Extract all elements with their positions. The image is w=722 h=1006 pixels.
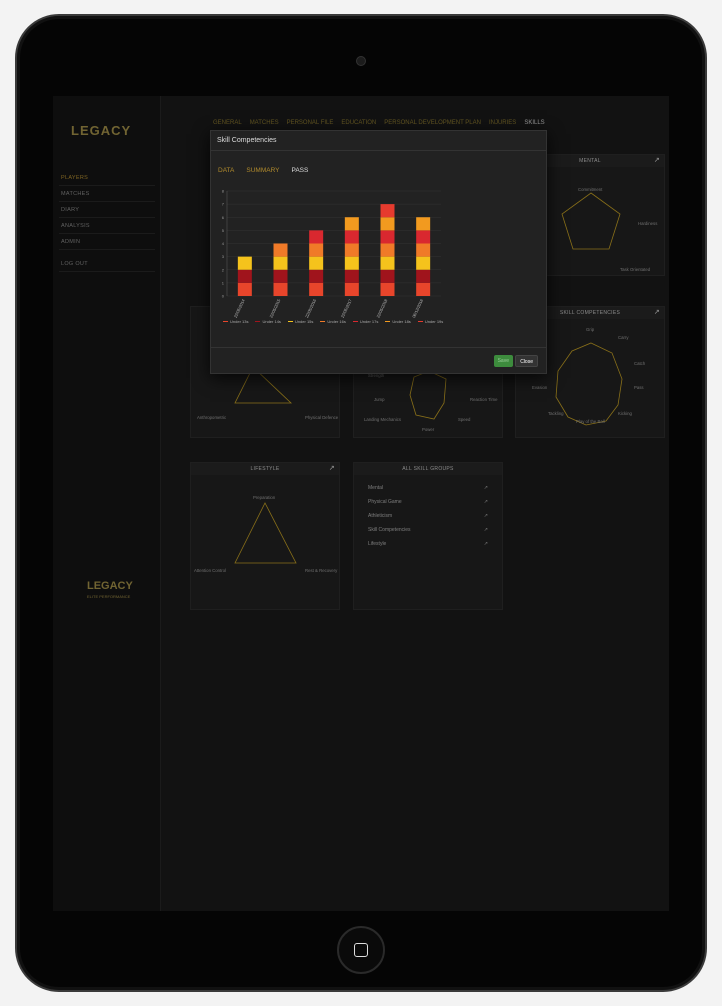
legend-item[interactable]: Under 16s <box>320 319 346 324</box>
bar-segment <box>416 230 431 244</box>
legend-label: Under 13s <box>230 319 249 324</box>
x-tick-label: 22/05/2018 <box>375 298 388 319</box>
bar-segment <box>416 243 431 257</box>
bar-segment <box>237 269 252 283</box>
x-tick-label: 22/05/2016 <box>304 298 317 319</box>
modal-tabs: DATA SUMMARY PASS <box>218 167 308 174</box>
bar-segment <box>273 269 288 283</box>
x-tick-label: 22/05/2017 <box>340 298 353 319</box>
tab-pass[interactable]: PASS <box>291 167 308 174</box>
tablet-frame: LEGACY PLAYERS MATCHES DIARY ANALYSIS AD… <box>15 14 707 992</box>
bar-segment <box>309 243 324 257</box>
stacked-bar-chart: 0 1 2 3 4 5 6 7 8 22/05/2014 22/05/2015 22/05/2016 2… <box>222 189 441 319</box>
legend-item[interactable]: Under 18s <box>385 319 411 324</box>
legend-label: Under 17s <box>359 319 379 324</box>
bar-segment <box>380 243 395 257</box>
y-tick-label: 0 <box>222 294 225 299</box>
bar-segment <box>416 256 431 270</box>
chart-legend: Under 13s Under 14s Under 15s Under 16s Unde… <box>223 319 443 324</box>
camera-dot <box>356 56 366 66</box>
bar-segment <box>309 282 324 296</box>
y-tick-label: 1 <box>222 280 225 285</box>
legend-item[interactable]: Under 19s <box>417 319 444 324</box>
tab-data[interactable]: DATA <box>218 167 234 174</box>
bar-segment <box>344 269 359 283</box>
close-button[interactable]: Close <box>515 355 538 367</box>
bar-segment <box>380 204 395 218</box>
save-button[interactable]: Save <box>493 355 513 367</box>
bar-segment <box>344 217 359 231</box>
skill-competencies-modal: Skill Competencies DATA SUMMARY PASS 0 1 2… <box>210 130 547 374</box>
home-button[interactable] <box>337 926 385 974</box>
home-icon <box>354 943 368 957</box>
legend-item[interactable]: Under 13s <box>223 319 248 324</box>
bar-segment <box>344 256 359 270</box>
legend-item[interactable]: Under 14s <box>255 319 281 324</box>
bar-segment <box>237 282 252 296</box>
legend-swatch <box>287 320 293 323</box>
app-screen: LEGACY PLAYERS MATCHES DIARY ANALYSIS AD… <box>53 96 669 911</box>
bar-segment <box>344 243 359 257</box>
legend-swatch <box>385 320 391 323</box>
y-tick-label: 3 <box>222 254 225 259</box>
bar-segment <box>344 282 359 296</box>
legend-swatch <box>417 320 423 323</box>
legend-swatch <box>223 320 228 323</box>
y-tick-label: 7 <box>222 202 225 207</box>
bar-segment <box>309 256 324 270</box>
y-tick-label: 2 <box>222 267 225 272</box>
bar-segment <box>380 282 395 296</box>
bar-segment <box>273 282 288 296</box>
legend-swatch <box>320 320 326 323</box>
bar-segment <box>416 282 431 296</box>
legend-swatch <box>255 320 261 323</box>
bar-segment <box>380 256 395 270</box>
bar-segment <box>416 269 431 283</box>
modal-title: Skill Competencies <box>211 131 546 151</box>
bar-segment <box>309 269 324 283</box>
y-tick-label: 4 <box>222 241 225 246</box>
legend-label: Under 16s <box>327 319 346 324</box>
bar-segment <box>309 230 324 244</box>
bar-segment <box>273 256 288 270</box>
y-tick-label: 5 <box>222 228 225 233</box>
modal-footer: Save Close <box>211 347 546 373</box>
x-tick-label: 06/12/2018 <box>411 298 424 319</box>
bar-segment <box>380 269 395 283</box>
bar-segment <box>344 230 359 244</box>
tab-summary[interactable]: SUMMARY <box>246 167 279 174</box>
x-tick-label: 22/05/2015 <box>268 298 281 319</box>
bar-segment <box>273 243 288 257</box>
x-tick-label: 22/05/2014 <box>233 298 246 319</box>
legend-label: Under 19s <box>424 319 444 324</box>
bar-segment <box>237 256 252 270</box>
legend-item[interactable]: Under 15s <box>287 319 314 324</box>
legend-swatch <box>352 320 358 323</box>
legend-label: Under 14s <box>262 319 281 324</box>
legend-label: Under 15s <box>294 319 314 324</box>
y-tick-label: 8 <box>222 189 225 194</box>
legend-label: Under 18s <box>392 319 411 324</box>
bar-segment <box>380 217 395 231</box>
legend-item[interactable]: Under 17s <box>352 319 379 324</box>
y-tick-label: 6 <box>222 215 225 220</box>
bar-segment <box>416 217 431 231</box>
bar-segment <box>380 230 395 244</box>
